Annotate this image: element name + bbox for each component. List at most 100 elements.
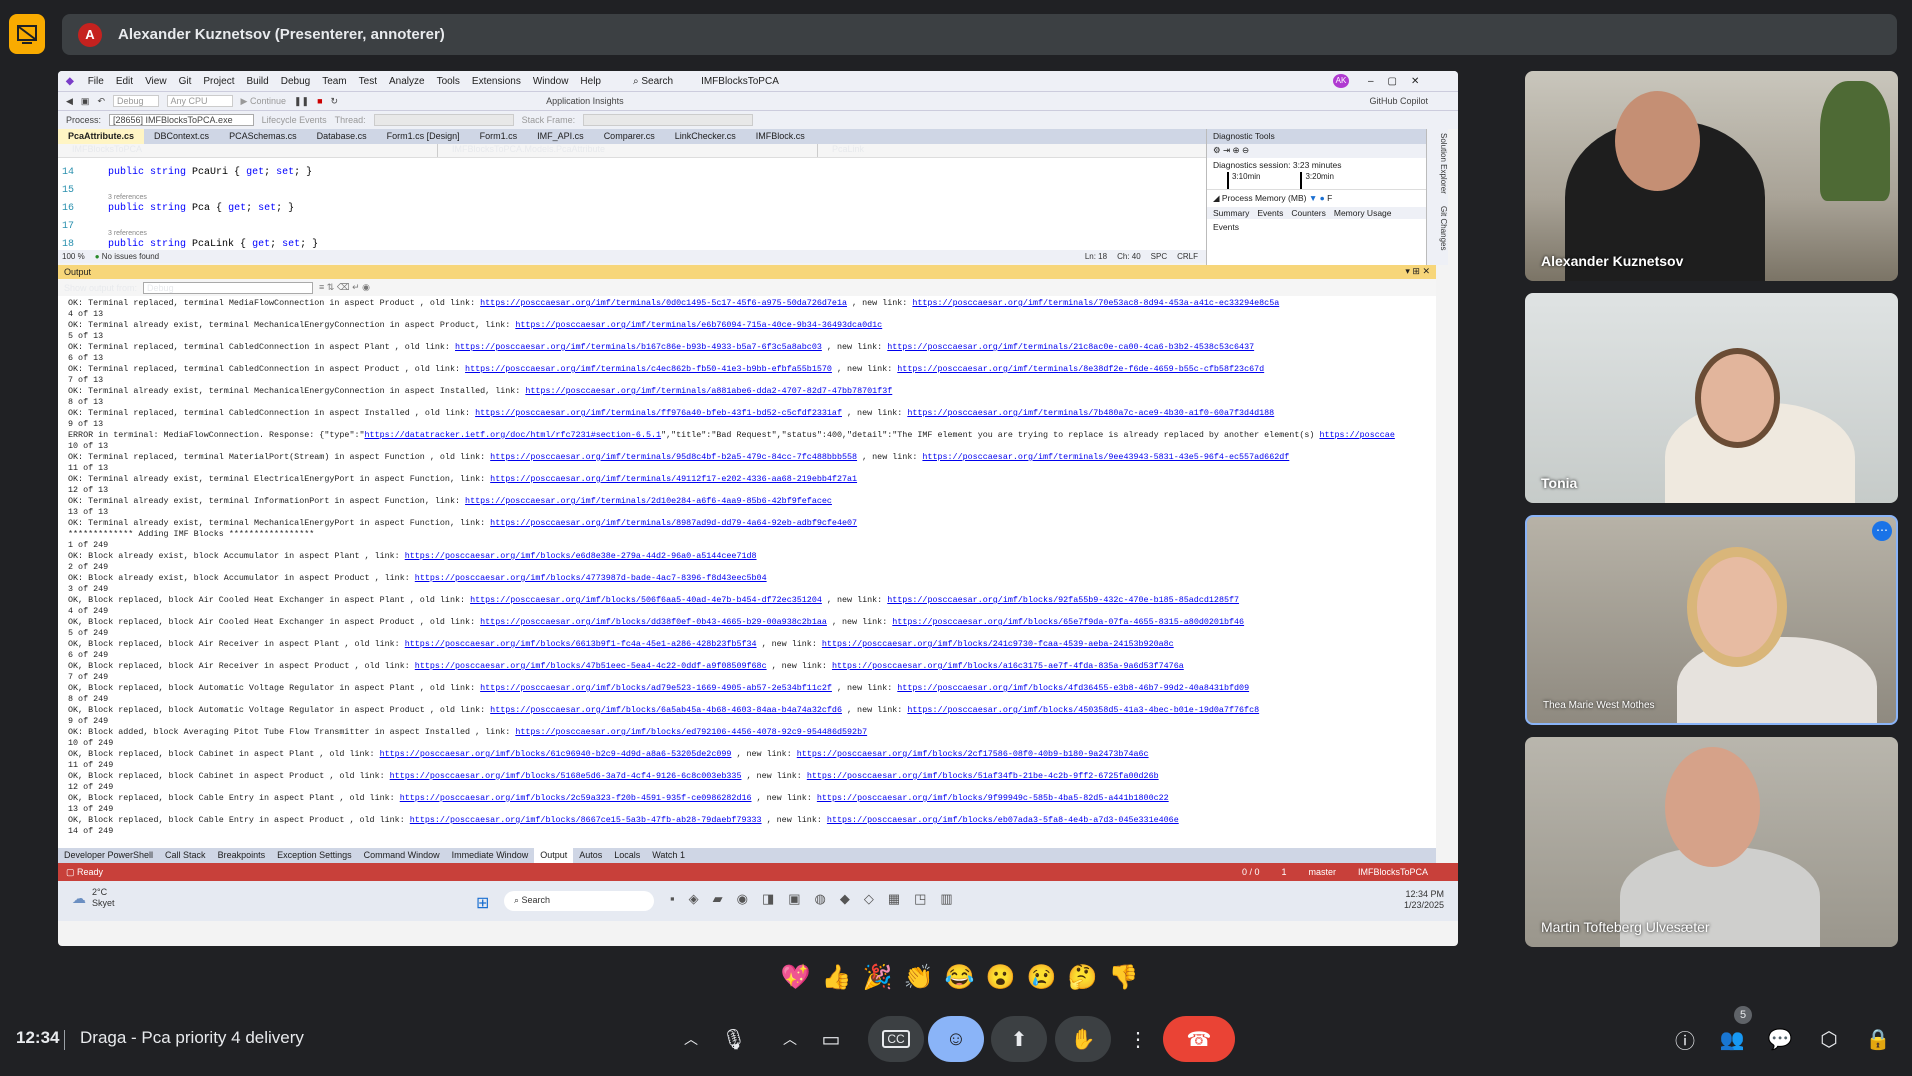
output-link[interactable]: https://posccae bbox=[1319, 430, 1394, 440]
vs-search-box[interactable]: ⌕ Search bbox=[633, 76, 687, 87]
output-link[interactable]: https://posccaesar.org/imf/terminals/2d1… bbox=[465, 496, 832, 506]
restart-icon[interactable]: ↻ bbox=[331, 96, 339, 107]
output-link[interactable]: https://datatracker.ietf.org/doc/html/rf… bbox=[365, 430, 662, 440]
window-controls[interactable]: –▢✕ bbox=[1368, 76, 1433, 87]
output-link[interactable]: https://posccaesar.org/imf/blocks/e6d8e3… bbox=[405, 551, 757, 561]
output-link[interactable]: https://posccaesar.org/imf/blocks/9f9994… bbox=[817, 793, 1169, 803]
output-link[interactable]: https://posccaesar.org/imf/blocks/4fd364… bbox=[897, 683, 1249, 693]
participant-tile[interactable]: ⋯ Thea Marie West Mothes bbox=[1525, 515, 1898, 725]
output-link[interactable]: https://posccaesar.org/imf/terminals/0d0… bbox=[480, 298, 847, 308]
output-link[interactable]: https://posccaesar.org/imf/blocks/61c969… bbox=[380, 749, 732, 759]
menu-item[interactable]: Analyze bbox=[389, 76, 425, 87]
output-link[interactable]: https://posccaesar.org/imf/terminals/9ee… bbox=[922, 452, 1289, 462]
reaction-emoji[interactable]: 😢 bbox=[1026, 963, 1057, 992]
bottom-tab[interactable]: Output bbox=[534, 848, 574, 863]
bottom-tab[interactable]: Autos bbox=[573, 848, 608, 863]
bottom-tab[interactable]: Call Stack bbox=[159, 848, 212, 863]
bottom-tab[interactable]: Breakpoints bbox=[212, 848, 272, 863]
undo-icon[interactable]: ↶ bbox=[97, 96, 105, 107]
bottom-tab[interactable]: Exception Settings bbox=[271, 848, 358, 863]
chat-icon[interactable]: 💬 bbox=[1767, 1026, 1793, 1052]
document-tab[interactable]: LinkChecker.cs bbox=[665, 129, 746, 144]
camera-icon[interactable]: ▭ bbox=[811, 1016, 851, 1062]
output-link[interactable]: https://posccaesar.org/imf/terminals/b16… bbox=[455, 342, 822, 352]
output-link[interactable]: https://posccaesar.org/imf/terminals/898… bbox=[490, 518, 857, 528]
status-branch[interactable]: master bbox=[1308, 867, 1336, 877]
stack-frame-select[interactable] bbox=[583, 114, 754, 126]
git-changes-tab[interactable]: Git Changes bbox=[1427, 206, 1448, 250]
menu-item[interactable]: Git bbox=[179, 76, 192, 87]
lifecycle-events[interactable]: Lifecycle Events bbox=[262, 115, 327, 125]
host-controls-icon[interactable]: 🔒 bbox=[1865, 1026, 1891, 1052]
output-link[interactable]: https://posccaesar.org/imf/blocks/241c97… bbox=[822, 639, 1174, 649]
output-link[interactable]: https://posccaesar.org/imf/terminals/8e3… bbox=[897, 364, 1264, 374]
document-tab[interactable]: Form1.cs [Design] bbox=[377, 129, 470, 144]
reaction-emoji[interactable]: 😂 bbox=[944, 963, 975, 992]
document-tab[interactable]: PCASchemas.cs bbox=[219, 129, 307, 144]
participant-tile[interactable]: Tonia bbox=[1525, 293, 1898, 503]
document-tab[interactable]: Form1.cs bbox=[470, 129, 528, 144]
output-link[interactable]: https://posccaesar.org/imf/blocks/ed7921… bbox=[515, 727, 867, 737]
taskbar-search[interactable]: ⌕ Search bbox=[504, 891, 654, 911]
process-select[interactable]: [28656] IMFBlocksToPCA.exe bbox=[109, 114, 254, 126]
output-link[interactable]: https://posccaesar.org/imf/blocks/47b51e… bbox=[415, 661, 767, 671]
weather-widget[interactable]: ☁ 2°C Skyet bbox=[72, 887, 115, 909]
nav-project-select[interactable]: IMFBlocksToPCA bbox=[58, 144, 438, 157]
app-insights-button[interactable]: Application Insights bbox=[546, 96, 624, 106]
nav-class-select[interactable]: IMFBlocksToPCA.Models.PcaAttribute bbox=[438, 144, 818, 157]
code-editor[interactable]: 14 public string PcaUri { get; set; } 15 16… bbox=[58, 158, 1206, 250]
output-link[interactable]: https://posccaesar.org/imf/blocks/a16c31… bbox=[832, 661, 1184, 671]
document-tab[interactable]: PcaAttribute.cs bbox=[58, 129, 145, 144]
menu-item[interactable]: File bbox=[88, 76, 104, 87]
solution-explorer-tab[interactable]: Solution Explorer bbox=[1427, 133, 1448, 194]
output-link[interactable]: https://posccaesar.org/imf/terminals/95d… bbox=[490, 452, 857, 462]
output-link[interactable]: https://posccaesar.org/imf/terminals/ff9… bbox=[475, 408, 842, 418]
menu-item[interactable]: Edit bbox=[116, 76, 133, 87]
audio-options-chevron-icon[interactable]: ︿ bbox=[671, 1016, 711, 1062]
reaction-emoji[interactable]: 💖 bbox=[780, 963, 811, 992]
document-tab[interactable]: DBContext.cs bbox=[144, 129, 219, 144]
video-options-chevron-icon[interactable]: ︿ bbox=[770, 1016, 810, 1062]
output-link[interactable]: https://posccaesar.org/imf/terminals/c4e… bbox=[465, 364, 832, 374]
output-link[interactable]: https://posccaesar.org/imf/terminals/e6b… bbox=[515, 320, 882, 330]
end-call-icon[interactable]: ☎ bbox=[1163, 1016, 1235, 1062]
output-link[interactable]: https://posccaesar.org/imf/blocks/6a5ab4… bbox=[490, 705, 842, 715]
menu-item[interactable]: Project bbox=[203, 76, 234, 87]
nav-member-select[interactable]: PcaLink bbox=[818, 144, 864, 157]
document-tab[interactable]: IMFBlock.cs bbox=[746, 129, 815, 144]
menu-item[interactable]: Build bbox=[246, 76, 268, 87]
cpu-config-select[interactable]: Any CPU bbox=[166, 95, 233, 107]
microphone-icon[interactable]: 🎙 bbox=[714, 1016, 754, 1062]
output-link[interactable]: https://posccaesar.org/imf/terminals/70e… bbox=[912, 298, 1279, 308]
save-icon[interactable]: ▣ bbox=[81, 96, 90, 107]
output-log[interactable]: OK: Terminal replaced, terminal MediaFlo… bbox=[58, 296, 1436, 848]
document-tab[interactable]: Comparer.cs bbox=[594, 129, 665, 144]
bottom-tab[interactable]: Immediate Window bbox=[446, 848, 535, 863]
bottom-tab[interactable]: Developer PowerShell bbox=[58, 848, 159, 863]
debug-config-select[interactable]: Debug bbox=[112, 95, 159, 107]
bottom-tab[interactable]: Locals bbox=[608, 848, 646, 863]
menu-item[interactable]: Debug bbox=[281, 76, 310, 87]
output-link[interactable]: https://posccaesar.org/imf/blocks/51af34… bbox=[807, 771, 1159, 781]
output-link[interactable]: https://posccaesar.org/imf/terminals/a88… bbox=[525, 386, 892, 396]
activities-icon[interactable]: ⬡ bbox=[1816, 1026, 1842, 1052]
menu-item[interactable]: Extensions bbox=[472, 76, 521, 87]
continue-button[interactable]: ▶ Continue bbox=[241, 96, 286, 107]
diag-tab[interactable]: Counters bbox=[1291, 208, 1326, 218]
menu-item[interactable]: View bbox=[145, 76, 167, 87]
status-edits[interactable]: 1 bbox=[1281, 867, 1286, 877]
people-icon[interactable]: 👥 bbox=[1719, 1026, 1745, 1052]
output-link[interactable]: https://posccaesar.org/imf/blocks/477398… bbox=[415, 573, 767, 583]
menu-item[interactable]: Test bbox=[359, 76, 377, 87]
reaction-emoji[interactable]: 🤔 bbox=[1067, 963, 1098, 992]
output-link[interactable]: https://posccaesar.org/imf/blocks/8667ce… bbox=[410, 815, 762, 825]
output-link[interactable]: https://posccaesar.org/imf/blocks/ad79e5… bbox=[480, 683, 832, 693]
diag-tab[interactable]: Memory Usage bbox=[1334, 208, 1392, 218]
windows-start-icon[interactable]: ⊞ bbox=[476, 893, 489, 913]
thread-select[interactable] bbox=[373, 114, 514, 126]
menu-item[interactable]: Tools bbox=[437, 76, 460, 87]
document-tab[interactable]: IMF_API.cs bbox=[527, 129, 594, 144]
code-lens-references[interactable]: 3 references bbox=[108, 194, 147, 201]
captions-icon[interactable]: CC bbox=[868, 1016, 924, 1062]
output-link[interactable]: https://posccaesar.org/imf/blocks/6613b9… bbox=[405, 639, 757, 649]
